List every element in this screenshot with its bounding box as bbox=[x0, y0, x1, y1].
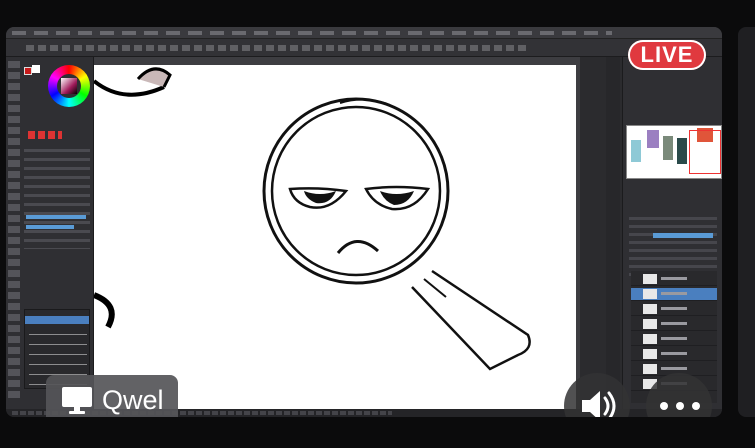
background-color-swatch bbox=[32, 65, 40, 73]
canvas-area bbox=[92, 57, 580, 409]
navigator-preview bbox=[626, 125, 722, 179]
canvas-vertical-scrollbar bbox=[606, 57, 620, 409]
tool-palette bbox=[8, 61, 20, 401]
app-tool-options-bar bbox=[6, 39, 722, 57]
app-menu-bar bbox=[6, 27, 722, 39]
color-wheel bbox=[48, 65, 90, 107]
more-options-icon bbox=[660, 402, 700, 410]
brush-size-slider bbox=[26, 215, 86, 219]
speaker-icon bbox=[582, 391, 616, 417]
navigator-view-frame bbox=[689, 130, 721, 174]
participant-name: Qwel bbox=[102, 385, 164, 415]
live-badge: LIVE bbox=[628, 40, 706, 70]
foreground-color-swatch bbox=[24, 67, 32, 75]
participant-name-tag: Qwel bbox=[46, 375, 178, 417]
monitor-icon bbox=[62, 387, 92, 414]
layer-row bbox=[631, 303, 717, 316]
layer-opacity-slider bbox=[653, 233, 713, 238]
color-history bbox=[28, 131, 62, 139]
volume-button[interactable] bbox=[564, 373, 630, 417]
app-right-panel bbox=[622, 57, 722, 409]
layer-property-panel bbox=[629, 217, 717, 277]
magnifier-face-drawing bbox=[92, 67, 531, 371]
app-left-panel bbox=[6, 57, 94, 409]
adjacent-video-tile[interactable] bbox=[738, 27, 755, 417]
brush-opacity-slider bbox=[26, 225, 74, 229]
layer-row bbox=[631, 333, 717, 346]
tool-property-panel bbox=[24, 149, 90, 249]
layer-row bbox=[631, 273, 717, 286]
layer-row bbox=[631, 348, 717, 361]
layer-row-selected bbox=[631, 288, 717, 301]
layer-row bbox=[631, 318, 717, 331]
screen-share-tile[interactable]: LIVE Qwel bbox=[6, 27, 722, 417]
drawing-canvas bbox=[92, 65, 576, 409]
